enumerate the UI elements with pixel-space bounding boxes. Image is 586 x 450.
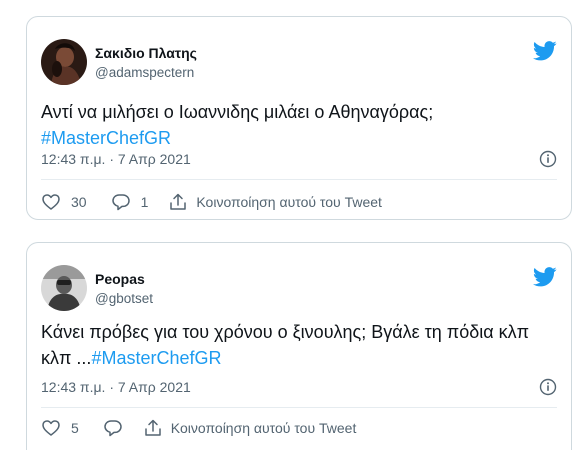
tweet-card[interactable]: Peopas @gbotset Κάνει πρόβες για του χρό… xyxy=(26,242,572,450)
user-handle[interactable]: @adamspectern xyxy=(95,65,194,80)
tweet-card[interactable]: Σακιδιο Πλατης @adamspectern Αντί να μιλ… xyxy=(26,16,572,220)
tweet-text: Αντί να μιλήσει ο Ιωαννιδης μιλάει ο Αθη… xyxy=(41,99,557,151)
twitter-bird-icon[interactable] xyxy=(533,41,557,61)
tweet-actions: 5 Κοινοποίηση αυτού του Tweet xyxy=(41,417,356,439)
share-icon xyxy=(145,419,161,436)
display-name[interactable]: Σακιδιο Πλατης xyxy=(95,45,197,61)
tweet-body: Αντί να μιλήσει ο Ιωαννιδης μιλάει ο Αθη… xyxy=(41,102,434,122)
timestamp[interactable]: 12:43 π.μ. · 7 Απρ 2021 xyxy=(41,151,191,167)
twitter-bird-icon[interactable] xyxy=(533,267,557,287)
reply-count: 1 xyxy=(140,194,149,210)
reply-icon xyxy=(104,420,122,437)
divider xyxy=(41,179,557,180)
reply-button[interactable] xyxy=(103,418,123,438)
share-label: Κοινοποίηση αυτού του Tweet xyxy=(170,420,357,436)
share-icon xyxy=(170,193,187,210)
like-button[interactable]: 5 xyxy=(41,418,79,438)
tweet-text: Κάνει πρόβες για του χρόνου ο ξινουλης; … xyxy=(41,319,557,371)
share-button[interactable]: Κοινοποίηση αυτού του Tweet xyxy=(168,192,382,212)
divider xyxy=(41,407,557,408)
hashtag-link[interactable]: #MasterChefGR xyxy=(41,128,171,148)
display-name[interactable]: Peopas xyxy=(95,271,145,287)
heart-icon xyxy=(42,194,60,210)
info-icon[interactable] xyxy=(539,150,557,168)
tweet-actions: 30 1 Κοινοποίηση αυτού του Tweet xyxy=(41,191,382,213)
heart-icon xyxy=(42,420,60,436)
like-count: 5 xyxy=(71,420,79,436)
avatar[interactable] xyxy=(41,39,87,85)
share-label: Κοινοποίηση αυτού του Tweet xyxy=(196,194,382,210)
user-handle[interactable]: @gbotset xyxy=(95,291,153,306)
info-icon[interactable] xyxy=(539,378,557,396)
avatar[interactable] xyxy=(41,265,87,311)
reply-icon xyxy=(111,194,130,211)
tweet-embed-page: Σακιδιο Πλατης @adamspectern Αντί να μιλ… xyxy=(0,0,586,450)
hashtag-link[interactable]: #MasterChefGR xyxy=(91,348,221,368)
reply-button[interactable]: 1 xyxy=(111,192,149,212)
timestamp[interactable]: 12:43 π.μ. · 7 Απρ 2021 xyxy=(41,379,191,395)
like-count: 30 xyxy=(71,194,87,210)
share-button[interactable]: Κοινοποίηση αυτού του Tweet xyxy=(143,418,357,438)
like-button[interactable]: 30 xyxy=(41,192,87,212)
